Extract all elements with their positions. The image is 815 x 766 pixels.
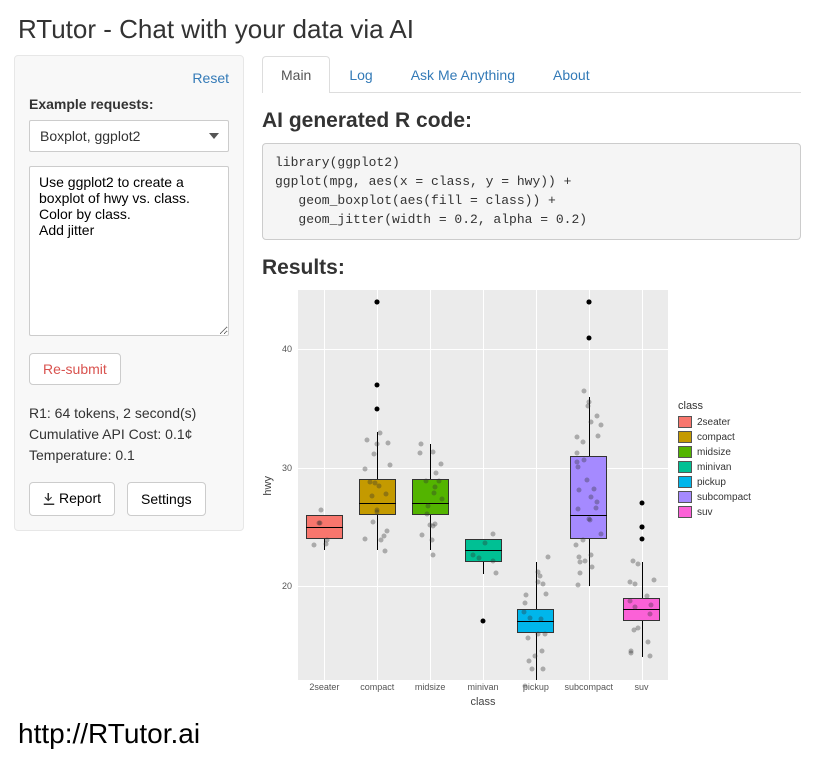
sidebar: Reset Example requests: Boxplot, ggplot2… xyxy=(14,55,244,531)
report-button[interactable]: Report xyxy=(29,482,115,516)
y-axis-label: hwy xyxy=(262,476,274,496)
legend-item: suv xyxy=(678,506,751,518)
legend-item: subcompact xyxy=(678,491,751,503)
legend-title: class xyxy=(678,400,751,412)
x-tick-label: midsize xyxy=(404,682,457,692)
legend-swatch xyxy=(678,461,692,473)
legend-label: midsize xyxy=(697,447,731,458)
y-tick-label: 30 xyxy=(282,463,292,473)
main-panel: MainLogAsk Me AnythingAbout AI generated… xyxy=(262,55,801,708)
legend-item: compact xyxy=(678,431,751,443)
x-axis-label: class xyxy=(298,696,668,708)
legend-swatch xyxy=(678,416,692,428)
settings-button[interactable]: Settings xyxy=(127,482,206,516)
legend-label: minivan xyxy=(697,462,731,473)
stat-cost: Cumulative API Cost: 0.1¢ xyxy=(29,424,229,445)
legend-swatch xyxy=(678,446,692,458)
stat-tokens: R1: 64 tokens, 2 second(s) xyxy=(29,403,229,424)
legend-label: compact xyxy=(697,432,735,443)
y-tick-label: 20 xyxy=(282,581,292,591)
legend-swatch xyxy=(678,476,692,488)
legend-swatch xyxy=(678,491,692,503)
tab-ask-me-anything[interactable]: Ask Me Anything xyxy=(392,56,534,93)
stat-temp: Temperature: 0.1 xyxy=(29,445,229,466)
tab-log[interactable]: Log xyxy=(330,56,391,93)
reset-link[interactable]: Reset xyxy=(29,70,229,86)
x-tick-label: compact xyxy=(351,682,404,692)
code-heading: AI generated R code: xyxy=(262,109,801,133)
legend-item: 2seater xyxy=(678,416,751,428)
legend-item: midsize xyxy=(678,446,751,458)
legend-item: minivan xyxy=(678,461,751,473)
footer-url: http://RTutor.ai xyxy=(0,708,815,766)
x-tick-label: subcompact xyxy=(562,682,615,692)
y-tick-label: 40 xyxy=(282,344,292,354)
code-block: library(ggplot2) ggplot(mpg, aes(x = cla… xyxy=(262,143,801,240)
legend-label: 2seater xyxy=(697,417,730,428)
page-title: RTutor - Chat with your data via AI xyxy=(0,0,815,55)
legend-label: pickup xyxy=(697,477,726,488)
x-tick-label: pickup xyxy=(509,682,562,692)
legend-swatch xyxy=(678,431,692,443)
results-heading: Results: xyxy=(262,256,801,280)
prompt-textarea[interactable] xyxy=(29,166,229,336)
x-tick-label: 2seater xyxy=(298,682,351,692)
examples-label: Example requests: xyxy=(29,96,229,112)
x-tick-label: minivan xyxy=(457,682,510,692)
legend-swatch xyxy=(678,506,692,518)
tab-main[interactable]: Main xyxy=(262,56,330,93)
results-plot: hwy 203040 2seatercompactmidsizeminivanp… xyxy=(262,290,801,708)
tabs: MainLogAsk Me AnythingAbout xyxy=(262,55,801,93)
legend-item: pickup xyxy=(678,476,751,488)
legend-label: suv xyxy=(697,507,713,518)
x-tick-label: suv xyxy=(615,682,668,692)
legend-label: subcompact xyxy=(697,492,751,503)
download-icon xyxy=(43,492,55,508)
tab-about[interactable]: About xyxy=(534,56,609,93)
report-label: Report xyxy=(59,490,101,506)
resubmit-button[interactable]: Re-submit xyxy=(29,353,121,385)
example-select[interactable]: Boxplot, ggplot2 xyxy=(29,120,229,152)
